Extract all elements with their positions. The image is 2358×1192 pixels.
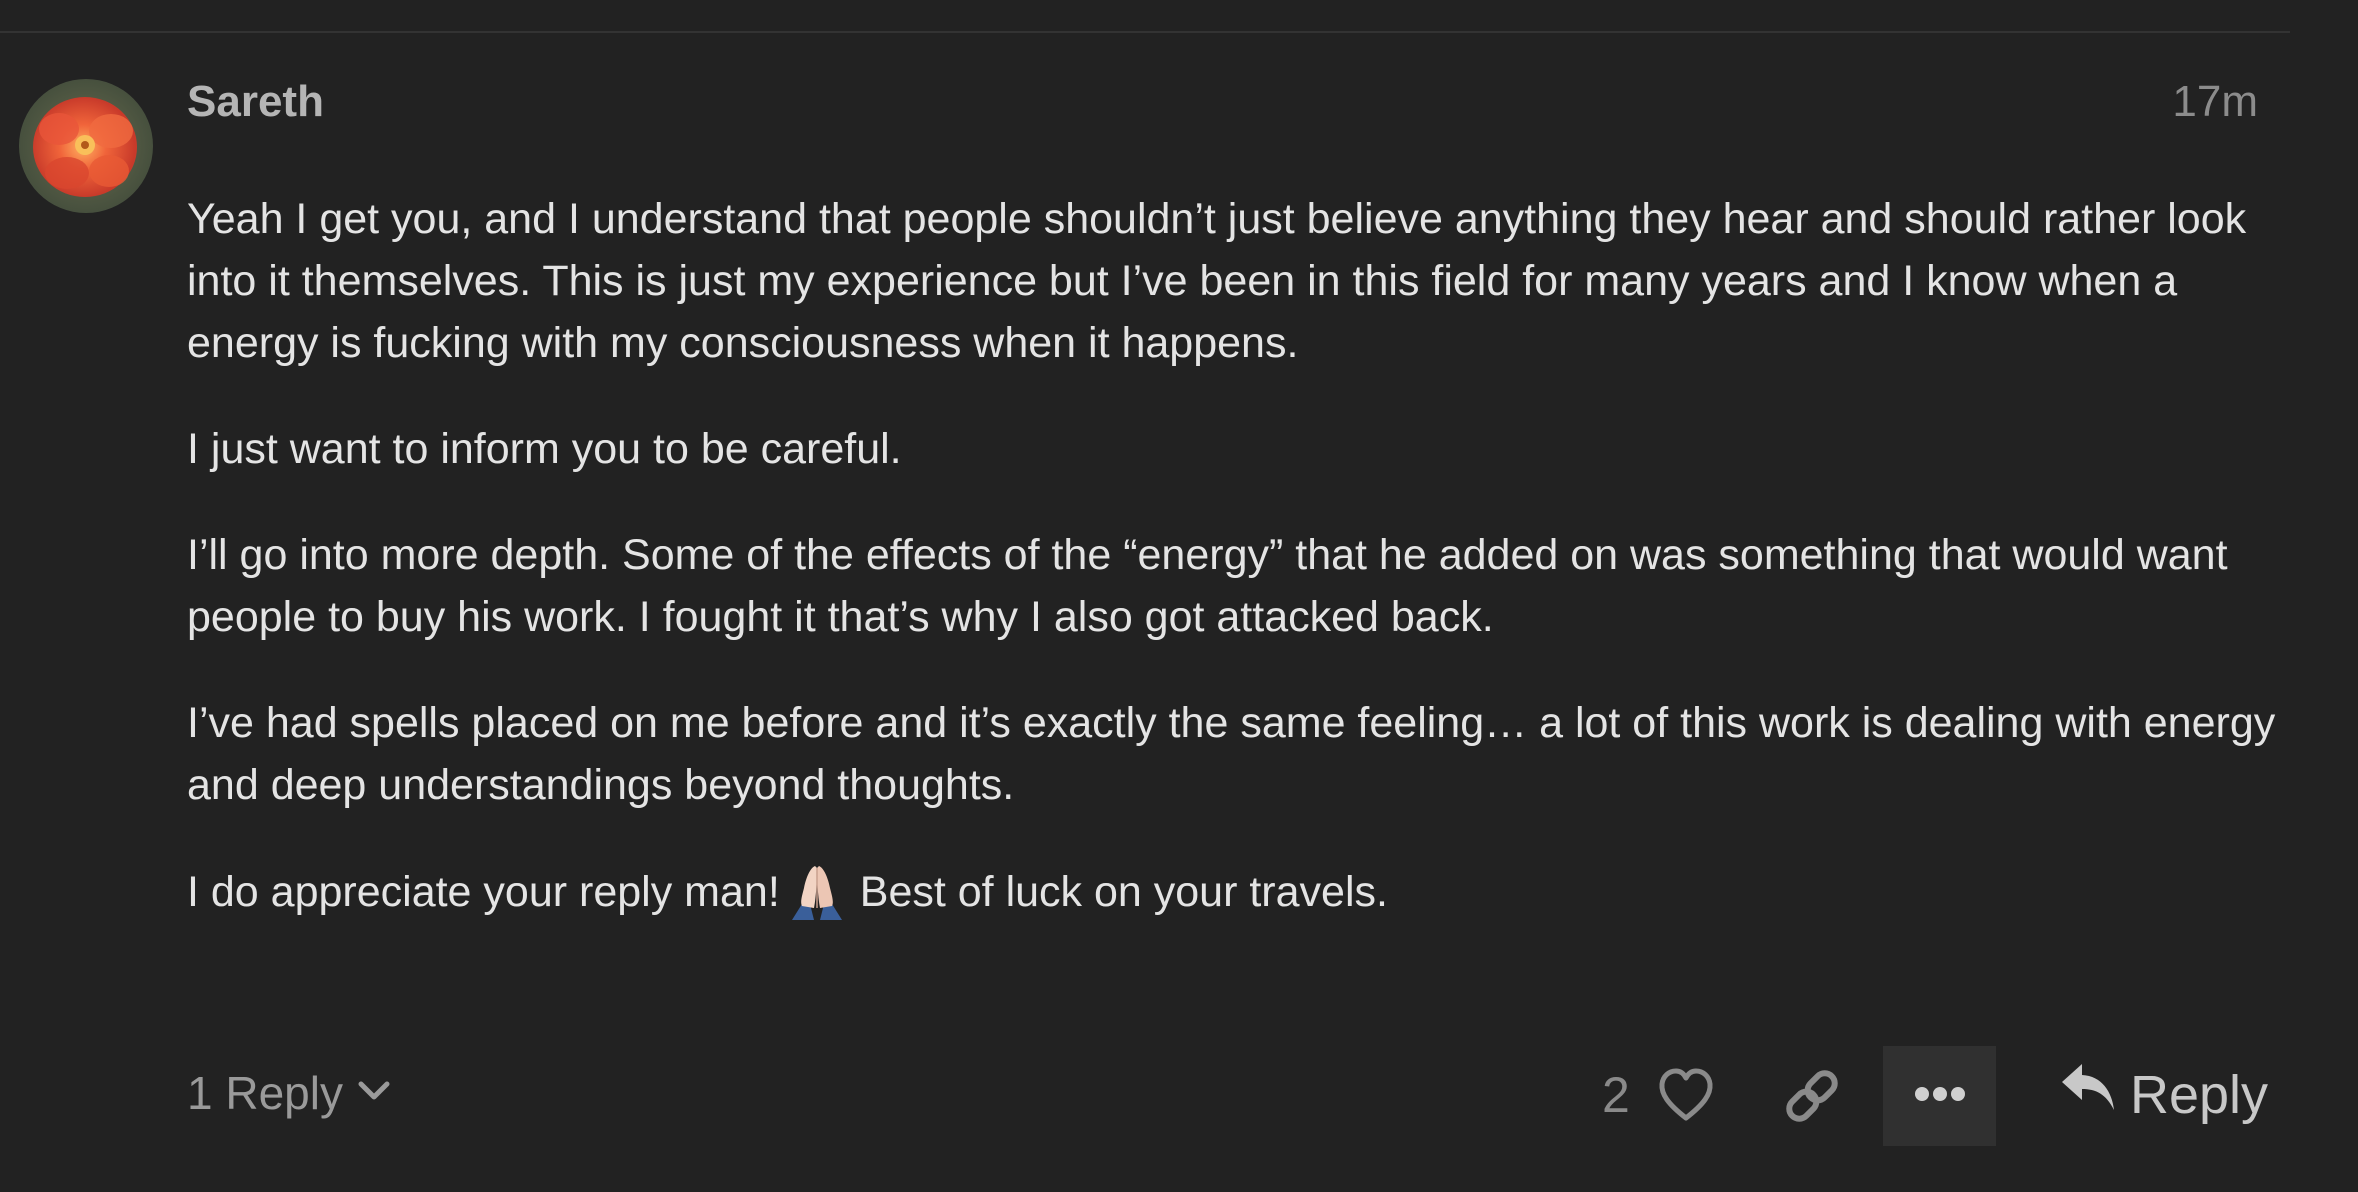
show-replies-button[interactable]: 1 Reply bbox=[187, 1066, 393, 1120]
reply-arrow-icon bbox=[2060, 1062, 2116, 1127]
link-icon bbox=[1780, 1070, 1844, 1132]
post-text-after-emoji: Best of luck on your travels. bbox=[859, 868, 1388, 916]
avatar-image bbox=[19, 79, 153, 213]
post-paragraph: I’ll go into more depth. Some of the eff… bbox=[187, 531, 2228, 641]
post-timestamp[interactable]: 17m bbox=[2172, 76, 2258, 128]
forum-post: Sareth 17m Yeah I get you, and I underst… bbox=[0, 0, 2358, 1192]
post-text-before-emoji: I do appreciate your reply man! bbox=[187, 868, 780, 916]
post-paragraph: I’ve had spells placed on me before and … bbox=[187, 699, 2276, 809]
reply-button[interactable]: Reply bbox=[2060, 1062, 2268, 1127]
username[interactable]: Sareth bbox=[187, 76, 324, 128]
more-actions-button[interactable] bbox=[1883, 1046, 1996, 1146]
ellipsis-icon bbox=[1914, 1086, 1966, 1107]
post-body: Yeah I get you, and I understand that pe… bbox=[187, 188, 2277, 983]
post-paragraph: Yeah I get you, and I understand that pe… bbox=[187, 195, 2247, 367]
replies-count-label: 1 Reply bbox=[187, 1067, 343, 1119]
copy-link-button[interactable] bbox=[1780, 1064, 1844, 1128]
post-paragraph-last: I do appreciate your reply man! Best of … bbox=[187, 860, 2277, 939]
post-divider bbox=[0, 31, 2290, 33]
heart-icon bbox=[1656, 1068, 1716, 1130]
post-paragraph: I just want to inform you to be careful. bbox=[187, 425, 902, 473]
like-button[interactable] bbox=[1656, 1066, 1716, 1126]
folded-hands-emoji bbox=[786, 860, 848, 939]
avatar[interactable] bbox=[19, 79, 153, 213]
reply-button-label: Reply bbox=[2130, 1064, 2269, 1125]
chevron-down-icon bbox=[355, 1066, 393, 1120]
like-count[interactable]: 2 bbox=[1602, 1066, 1630, 1124]
post-controls: 1 Reply 2 Reply bbox=[0, 1046, 2358, 1146]
